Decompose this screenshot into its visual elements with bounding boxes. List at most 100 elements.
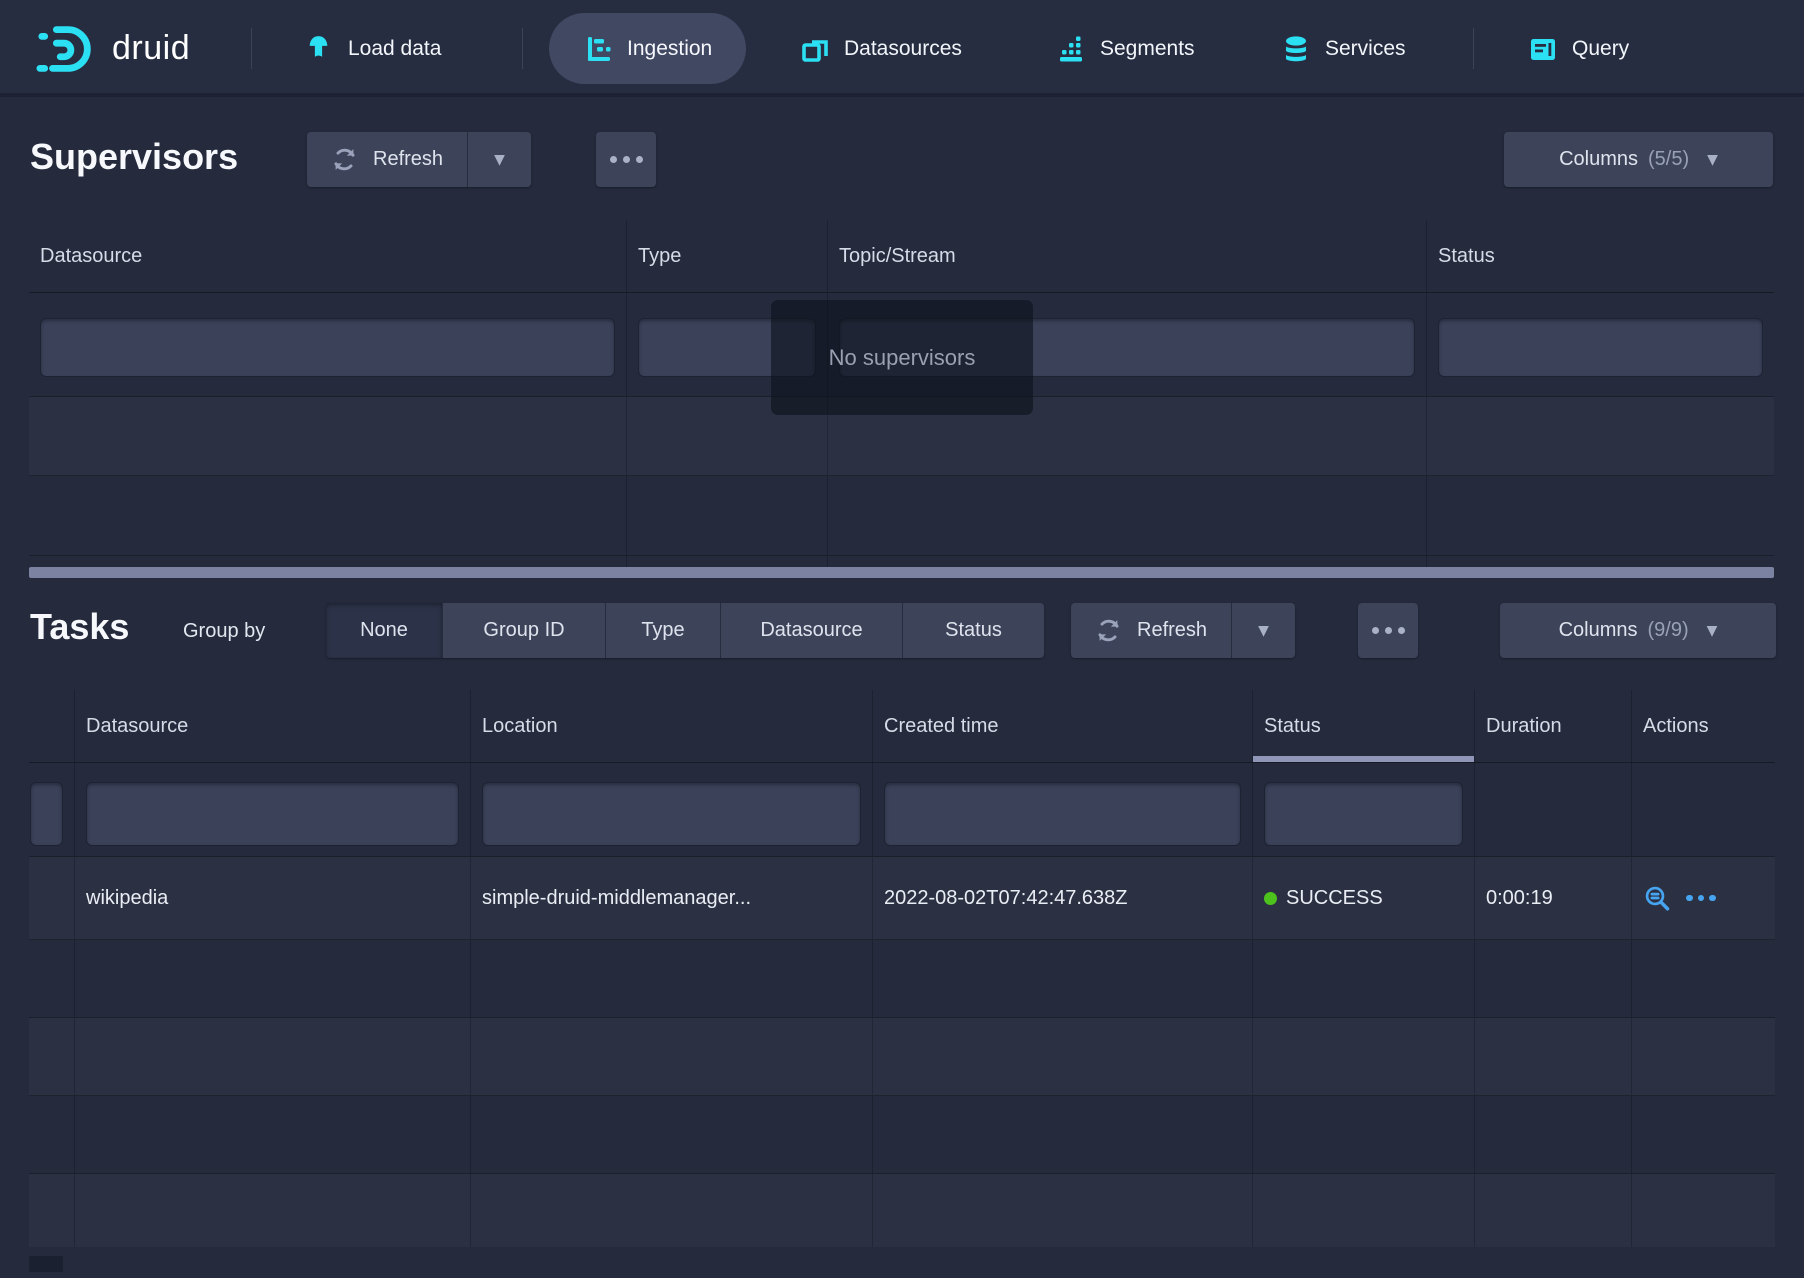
druid-logo-icon [36,21,98,77]
columns-count: (5/5) [1648,148,1689,171]
nav-divider [251,28,252,69]
nav-item-label: Datasources [844,37,962,61]
column-header-status[interactable]: Status [1427,220,1774,292]
location-filter-input[interactable] [483,783,860,845]
nav-item-services[interactable]: Services [1281,0,1406,97]
status-text: SUCCESS [1286,887,1383,910]
clipped-filter-input[interactable] [31,783,62,845]
created-time-filter-input[interactable] [885,783,1240,845]
console-icon [1528,34,1558,64]
tasks-refresh-button[interactable]: Refresh [1071,603,1232,658]
no-supervisors-overlay: No supervisors [771,300,1033,415]
group-by-status-button[interactable]: Status [903,603,1044,658]
duration-cell: 0:00:19 [1475,857,1632,939]
nav-item-datasources[interactable]: Datasources [800,0,962,97]
datasource-filter-input[interactable] [87,783,458,845]
status-cell: SUCCESS [1253,857,1475,939]
chevron-down-icon: ▼ [1258,623,1269,639]
empty-row [29,1096,1775,1174]
bar-chart-icon [1056,34,1086,64]
supervisors-columns-button[interactable]: Columns (5/5) ▼ [1504,132,1773,187]
nav-item-load-data[interactable]: Load data [303,0,441,97]
actions-cell [1632,857,1775,939]
tasks-title: Tasks [30,606,129,648]
column-header-location[interactable]: Location [471,690,873,762]
more-ellipsis-icon [1372,627,1405,634]
logo-text: druid [112,29,190,68]
nav-divider [1473,28,1474,69]
supervisors-more-button[interactable] [596,132,656,187]
nav-item-label: Services [1325,37,1406,61]
task-row-wikipedia[interactable]: wikipedia simple-druid-middlemanager... … [29,857,1775,940]
refresh-icon [331,146,358,173]
tasks-filter-row [29,763,1775,857]
group-by-segmented-control: None Group ID Type Datasource Status [326,603,1044,658]
group-by-none-button[interactable]: None [326,603,443,658]
group-by-datasource-button[interactable]: Datasource [721,603,903,658]
column-header-actions[interactable]: Actions [1632,690,1775,762]
supervisors-title: Supervisors [30,136,238,178]
chevron-down-icon: ▼ [1707,152,1718,168]
top-nav: druid Load data Ingestion [0,0,1804,97]
column-header-type[interactable]: Type [627,220,828,292]
row-more-ellipsis-icon[interactable] [1686,895,1716,902]
created-time-cell: 2022-08-02T07:42:47.638Z [873,857,1253,939]
supervisors-header-row: Datasource Type Topic/Stream Status [29,220,1774,293]
tasks-header-row: Datasource Location Created time Status … [29,690,1775,763]
upload-icon [303,33,334,64]
column-header-datasource[interactable]: Datasource [29,220,627,292]
empty-row [29,1174,1775,1247]
supervisors-table: Datasource Type Topic/Stream Status No s… [29,220,1774,578]
refresh-label: Refresh [1137,619,1207,642]
supervisors-refresh-dropdown-button[interactable]: ▼ [468,132,531,187]
stacked-panels-icon [800,34,830,64]
column-header-duration[interactable]: Duration [1475,690,1632,762]
location-cell: simple-druid-middlemanager... [471,857,873,939]
group-by-group-id-button[interactable]: Group ID [443,603,606,658]
nav-item-label: Ingestion [627,37,712,61]
status-filter-input[interactable] [1265,783,1462,845]
empty-row-partial [29,556,1774,567]
supervisors-horizontal-scrollbar[interactable] [29,567,1774,578]
nav-item-label: Segments [1100,37,1195,61]
columns-label: Columns [1559,148,1638,171]
column-header-created-time[interactable]: Created time [873,690,1253,762]
column-header-status-sorted[interactable]: Status [1253,690,1475,762]
refresh-label: Refresh [373,148,443,171]
column-header-datasource[interactable]: Datasource [75,690,471,762]
supervisors-refresh-button[interactable]: Refresh [307,132,468,187]
nav-item-label: Load data [348,37,441,61]
empty-row [29,1018,1775,1096]
status-filter-input[interactable] [1439,319,1762,376]
empty-row [29,940,1775,1018]
group-by-type-button[interactable]: Type [606,603,721,658]
druid-logo[interactable]: druid [36,0,190,97]
group-by-label: Group by [183,620,265,643]
datasource-filter-input[interactable] [41,319,614,376]
columns-count: (9/9) [1648,619,1689,642]
supervisors-refresh-group: Refresh ▼ [307,132,531,187]
tasks-refresh-group: Refresh ▼ [1071,603,1295,658]
tasks-horizontal-scrollbar[interactable] [29,1256,63,1272]
more-ellipsis-icon [610,156,643,163]
columns-label: Columns [1559,619,1638,642]
datasource-cell: wikipedia [75,857,471,939]
column-header-clipped[interactable] [29,690,75,762]
empty-row [29,476,1774,556]
chevron-down-icon: ▼ [494,152,505,168]
nav-item-segments[interactable]: Segments [1056,0,1195,97]
refresh-icon [1095,617,1122,644]
tasks-more-button[interactable] [1358,603,1418,658]
nav-item-query[interactable]: Query [1528,0,1629,97]
chevron-down-icon: ▼ [1707,623,1718,639]
database-icon [1281,34,1311,64]
column-header-topic-stream[interactable]: Topic/Stream [828,220,1427,292]
nav-divider [522,28,523,69]
status-success-dot [1264,892,1277,905]
nav-item-label: Query [1572,37,1629,61]
tasks-refresh-dropdown-button[interactable]: ▼ [1232,603,1295,658]
tasks-columns-button[interactable]: Columns (9/9) ▼ [1500,603,1776,658]
nav-item-ingestion[interactable]: Ingestion [549,13,746,84]
empty-message: No supervisors [829,345,976,371]
search-details-icon[interactable] [1643,884,1671,912]
